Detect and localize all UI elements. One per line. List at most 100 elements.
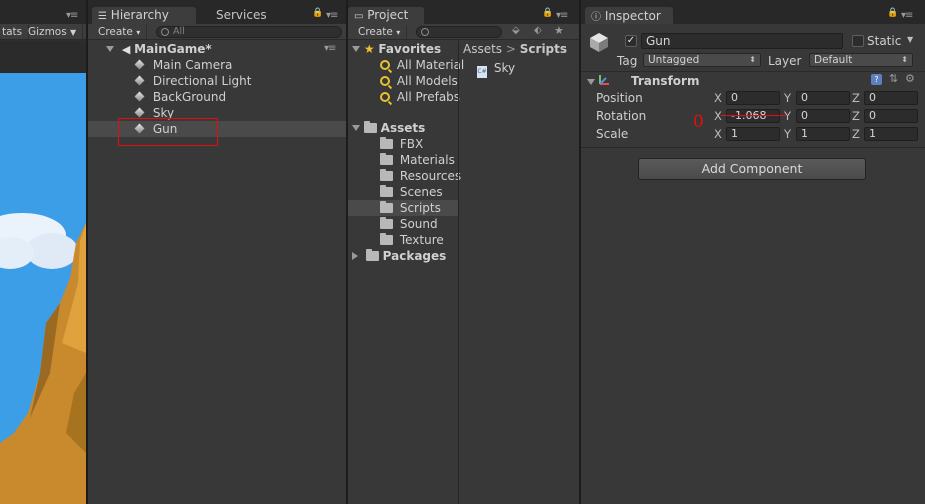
help-book-icon[interactable]: ? [871, 74, 882, 85]
hierarchy-item[interactable]: BackGround [88, 89, 346, 105]
folder-item[interactable]: Texture [348, 232, 458, 248]
lock-icon[interactable]: 🔒 [887, 8, 898, 18]
folder-icon [380, 153, 393, 165]
tab-services[interactable]: Services [210, 7, 273, 24]
position-x-field[interactable]: 0 [726, 91, 780, 105]
scene-root-row[interactable]: ◀ MainGame* ▾≡ [88, 41, 346, 57]
folder-item-selected[interactable]: Scripts [348, 200, 458, 216]
layer-label: Layer [768, 54, 802, 68]
collapse-arrow-icon[interactable] [352, 252, 358, 260]
folder-item[interactable]: FBX [348, 136, 458, 152]
breadcrumb-separator-icon: > [505, 42, 520, 56]
folder-icon [380, 169, 393, 181]
axis-x-label: X [714, 109, 722, 123]
gameobject-icon [134, 91, 145, 102]
hierarchy-item[interactable]: Directional Light [88, 73, 346, 89]
folder-item[interactable]: Materials [348, 152, 458, 168]
folder-icon [380, 201, 393, 213]
scene-viewport[interactable] [0, 73, 86, 504]
star-icon: ★ [363, 42, 375, 56]
info-icon: ⓘ [591, 12, 601, 23]
gizmos-button[interactable]: Gizmos ▼ [22, 25, 84, 39]
transform-header: Transform [631, 74, 700, 88]
static-dropdown-icon[interactable]: ▼ [907, 35, 913, 44]
project-menu-icon[interactable]: ▾≡ [556, 10, 568, 21]
folder-icon [365, 249, 379, 261]
tab-hierarchy[interactable]: ☰ Hierarchy [92, 7, 196, 24]
add-component-button[interactable]: Add Component [638, 158, 866, 180]
rotation-label: Rotation [596, 109, 647, 123]
favorite-item[interactable]: All Models [348, 73, 458, 89]
folder-icon [380, 137, 393, 149]
folder-tab-icon: ▭ [354, 11, 364, 22]
dropdown-arrow-icon: ⬍ [901, 55, 908, 64]
scale-label: Scale [596, 127, 629, 141]
gear-icon[interactable]: ⚙ [905, 72, 915, 85]
scene-view[interactable]: tats Gizmos ▼ ▾≡ [0, 0, 86, 504]
favorite-star-icon[interactable]: ★ [554, 24, 564, 37]
inspector-panel: ⓘ Inspector 🔒 ▾≡ ✓ Gun Static ▼ Tag Unta… [581, 0, 925, 504]
hierarchy-item[interactable]: Main Camera [88, 57, 346, 73]
folder-icon [363, 121, 377, 133]
project-create-button[interactable]: Create ▾ [352, 25, 408, 39]
tab-inspector[interactable]: ⓘ Inspector [585, 7, 673, 24]
project-search-input[interactable] [416, 26, 502, 38]
transform-expand-arrow-icon[interactable] [587, 75, 595, 89]
file-item[interactable]: C# Sky [459, 60, 579, 78]
inspector-menu-icon[interactable]: ▾≡ [901, 10, 913, 21]
packages-row[interactable]: Packages [348, 248, 458, 264]
favorites-row[interactable]: ★ Favorites [348, 41, 458, 57]
preset-sliders-icon[interactable]: ⇅ [889, 72, 898, 85]
project-file-area: Assets > Scripts C# Sky [459, 41, 579, 504]
scale-y-field[interactable]: 1 [796, 127, 850, 141]
static-checkbox[interactable] [852, 35, 864, 47]
search-filter-icon [380, 60, 390, 70]
scene-menu-icon[interactable]: ▾≡ [324, 41, 336, 57]
breadcrumb-assets[interactable]: Assets [463, 42, 502, 56]
folder-item[interactable]: Resources [348, 168, 461, 184]
gameobject-icon [134, 107, 145, 118]
tag-dropdown[interactable]: Untagged ⬍ [643, 53, 761, 67]
folder-item[interactable]: Scenes [348, 184, 458, 200]
search-icon [161, 28, 169, 36]
object-name-field[interactable]: Gun [641, 33, 843, 49]
active-checkbox[interactable]: ✓ [625, 35, 637, 47]
folder-icon [380, 233, 393, 245]
axis-z-label: Z [852, 109, 860, 123]
position-z-field[interactable]: 0 [864, 91, 918, 105]
gameobject-large-icon [589, 32, 609, 52]
rotation-x-field[interactable]: -1.068 [726, 109, 780, 123]
assets-row[interactable]: Assets [348, 120, 458, 136]
expand-arrow-icon[interactable] [352, 46, 360, 52]
filter-by-label-icon[interactable]: ⬖ [534, 25, 542, 36]
gameobject-icon [134, 75, 145, 86]
scene-toolbar: tats Gizmos ▼ [0, 24, 86, 40]
project-tree: ★ Favorites All Material All Models All … [348, 41, 464, 504]
red-strike-line [721, 115, 787, 116]
hierarchy-create-button[interactable]: Create ▾ [92, 25, 148, 39]
folder-item[interactable]: Sound [348, 216, 458, 232]
breadcrumb-scripts[interactable]: Scripts [520, 42, 567, 56]
scale-z-field[interactable]: 1 [864, 127, 918, 141]
hierarchy-menu-icon[interactable]: ▾≡ [326, 10, 338, 21]
expand-arrow-icon[interactable] [106, 46, 114, 52]
folder-icon [380, 185, 393, 197]
hierarchy-search-input[interactable]: All [156, 26, 342, 38]
axis-y-label: Y [784, 109, 792, 123]
layer-dropdown[interactable]: Default ⬍ [809, 53, 913, 67]
filter-by-type-icon[interactable]: ⬙ [512, 25, 520, 36]
tag-label: Tag [617, 54, 638, 68]
lock-icon[interactable]: 🔒 [542, 8, 553, 18]
rotation-y-field[interactable]: 0 [796, 109, 850, 123]
scale-x-field[interactable]: 1 [726, 127, 780, 141]
expand-arrow-icon[interactable] [352, 125, 360, 131]
favorite-item[interactable]: All Material [348, 57, 464, 73]
tab-project[interactable]: ▭ Project [348, 7, 424, 24]
rotation-z-field[interactable]: 0 [864, 109, 918, 123]
lock-icon[interactable]: 🔒 [312, 8, 323, 18]
search-filter-icon [380, 92, 390, 102]
scene-menu-icon[interactable]: ▾≡ [66, 10, 78, 21]
favorite-item[interactable]: All Prefabs [348, 89, 460, 105]
static-label: Static [867, 34, 902, 48]
position-y-field[interactable]: 0 [796, 91, 850, 105]
